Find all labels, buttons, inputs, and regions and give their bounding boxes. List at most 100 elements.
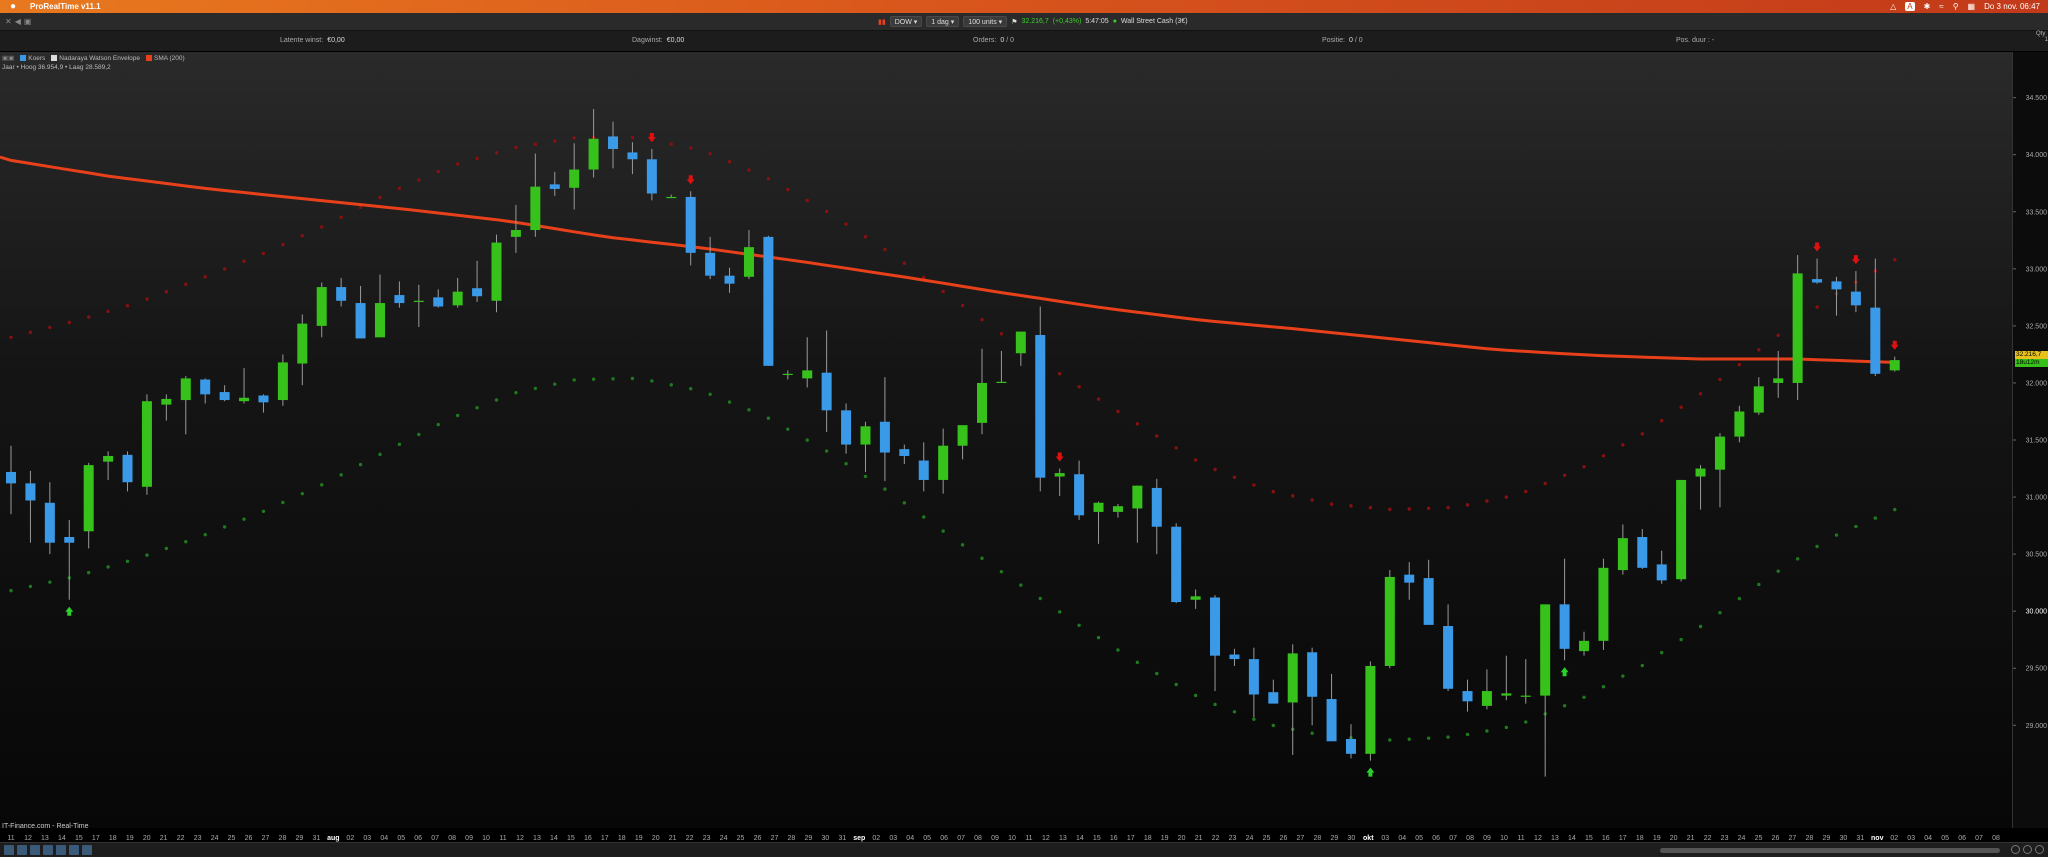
line-tool-icon[interactable] (43, 845, 53, 855)
legend-nwe[interactable]: Nadaraya Watson Envelope (51, 55, 140, 62)
detach-icon[interactable]: ▣ (24, 17, 35, 26)
zoom-reset-icon[interactable] (2023, 845, 2032, 854)
x-tick-label: 25 (1755, 835, 1763, 842)
nwe-lower-dot (650, 379, 654, 383)
nwe-lower-dot (1407, 737, 1411, 741)
candle-body (374, 303, 385, 338)
timeframe-select[interactable]: 1 dag ▾ (926, 16, 960, 27)
x-tick-label: 12 (516, 835, 524, 842)
nwe-lower-dot (1815, 544, 1819, 549)
nwe-upper-dot (980, 317, 984, 322)
instrument-select[interactable]: DOW ▾ (889, 16, 923, 27)
chart-scrollbar[interactable] (1660, 848, 2000, 853)
position[interactable]: Positie: 0 / 0 (1322, 37, 1363, 44)
x-tick-label: 06 (1958, 835, 1966, 842)
sell-signal-arrow (686, 175, 695, 185)
nwe-lower-dot (747, 408, 751, 412)
nwe-lower-dot (242, 517, 246, 521)
price-chart[interactable] (0, 52, 2012, 828)
control-center-icon[interactable]: ▦ (1968, 2, 1976, 11)
x-tick-label: 29 (296, 835, 304, 842)
zoom-in-icon[interactable] (2035, 845, 2044, 854)
nwe-lower-dot (805, 438, 809, 442)
nwe-lower-dot (611, 377, 615, 381)
nwe-upper-dot (1601, 454, 1606, 458)
x-tick-label: 16 (1602, 835, 1610, 842)
dropbox-icon[interactable]: △ (1890, 2, 1896, 11)
nwe-lower-dot (1660, 650, 1664, 655)
zoom-tool-icon[interactable] (82, 845, 92, 855)
candle-body (743, 247, 754, 277)
legend-sma[interactable]: SMA (200) (145, 55, 185, 62)
fib-tool-icon[interactable] (69, 845, 79, 855)
candle-body (1112, 506, 1123, 512)
candle-body (25, 483, 36, 501)
candle-body (1481, 691, 1492, 706)
nwe-lower-dot (106, 565, 110, 569)
flag-icon[interactable]: ⚑ (1011, 18, 1017, 26)
candle-body (569, 169, 580, 188)
wifi-icon[interactable]: ≈ (1939, 2, 1943, 11)
y-tick-label: 30.000 (2026, 609, 2048, 616)
chart-svg[interactable] (0, 52, 2012, 828)
price-axis[interactable]: 29.000 29.500 30.000 30.500 31.000 31.500 32.0… (2012, 52, 2048, 828)
x-tick-label: 24 (1246, 835, 1254, 842)
nwe-lower-dot (999, 569, 1004, 574)
x-tick-label: 05 (397, 835, 405, 842)
x-tick-label: 30 (821, 835, 829, 842)
candle-body (1753, 386, 1764, 413)
nwe-lower-dot (145, 553, 149, 557)
candle-body (1229, 654, 1240, 660)
candle-body (996, 381, 1007, 383)
nwe-lower-dot (1795, 557, 1800, 561)
nwe-upper-dot (1524, 489, 1528, 494)
x-tick-label: 03 (363, 835, 371, 842)
x-tick-label: 25 (737, 835, 745, 842)
candle-body (141, 401, 152, 487)
x-tick-label: 22 (686, 835, 694, 842)
x-tick-label: 04 (1398, 835, 1406, 842)
pencil-icon[interactable] (4, 845, 14, 855)
candle-body (821, 372, 832, 411)
nwe-lower-dot (203, 532, 207, 537)
instrument-label: DOW (894, 19, 912, 26)
y-tick-label: 32.500 (2026, 323, 2048, 330)
zoom-out-icon[interactable] (2011, 845, 2020, 854)
nwe-lower-dot (494, 398, 499, 402)
nwe-upper-dot (125, 303, 130, 308)
date-axis[interactable]: 11 12 13 14 15 17 18 19 20 21 22 23 24 25 26 27 28 29 31 au… (0, 832, 2012, 842)
bluetooth-icon[interactable]: ✱ (1924, 2, 1931, 11)
apple-menu-icon[interactable]: ● (10, 1, 16, 12)
cursor-icon[interactable] (17, 845, 27, 855)
x-tick-label: 11 (1025, 835, 1032, 842)
nwe-upper-dot (203, 275, 207, 279)
units-select[interactable]: 100 units ▾ (963, 16, 1008, 27)
qty-panel[interactable]: Qty 1 (2036, 31, 2048, 52)
x-tick-label: 05 (923, 835, 931, 842)
legend-koers[interactable]: Koers (20, 55, 45, 62)
close-icon[interactable]: ✕ (5, 17, 15, 26)
candle-body (957, 425, 968, 446)
app-name[interactable]: ProRealTime v11.1 (30, 2, 101, 11)
position-sep: / 0 (1354, 37, 1363, 44)
candle-body (297, 323, 308, 364)
nwe-upper-dot (378, 195, 382, 200)
candle-body (200, 379, 211, 395)
crosshair-icon[interactable] (30, 845, 40, 855)
nwe-lower-dot (844, 461, 848, 466)
a-icon[interactable]: A (1905, 2, 1915, 11)
nwe-upper-dot (1582, 465, 1586, 469)
search-icon[interactable]: ⚲ (1953, 2, 1959, 11)
nwe-lower-dot (48, 580, 52, 584)
nwe-lower-dot (1019, 583, 1023, 587)
legend-controls-icon[interactable]: ▣▣ (2, 54, 14, 62)
x-tick-label: 18 (1144, 835, 1152, 842)
clock-text[interactable]: Do 3 nov. 06:47 (1984, 2, 2040, 11)
candle-body (530, 186, 541, 231)
nwe-lower-dot (941, 529, 945, 533)
text-tool-icon[interactable] (56, 845, 66, 855)
back-icon[interactable]: ◀ (15, 17, 24, 26)
nwe-lower-dot (1776, 569, 1780, 573)
chart-type-icon[interactable]: ▮▮ (878, 18, 886, 26)
orders[interactable]: Orders: 0 / 0 (973, 37, 1014, 44)
